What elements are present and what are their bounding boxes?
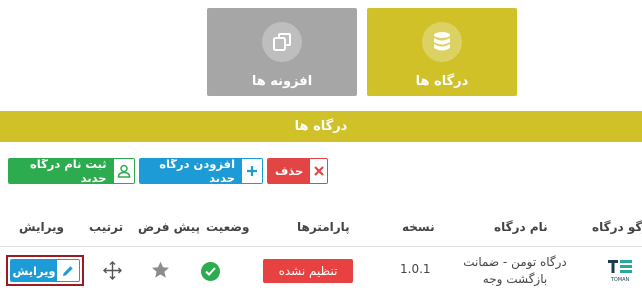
plus-icon (242, 159, 262, 183)
header-name: نام درگاه (494, 220, 548, 234)
move-arrows-icon[interactable] (103, 261, 122, 284)
register-gateway-button[interactable]: ثبت نام درگاه جدید (8, 158, 135, 184)
check-circle-icon[interactable] (201, 262, 220, 281)
section-title-bar: درگاه ها (0, 111, 642, 142)
close-icon (310, 159, 327, 183)
gateway-name: درگاه تومن - ضمانت بازگشت وجه (455, 254, 575, 288)
pencil-icon (57, 260, 79, 281)
copy-icon (262, 22, 302, 62)
gateway-name-line2: بازگشت وجه (482, 272, 548, 286)
gateway-logo: TOMAN (605, 258, 635, 284)
params-status-label: تنظیم نشده (278, 264, 338, 278)
tile-addons-label: افزونه ها (251, 74, 313, 89)
delete-button-label: حذف (268, 159, 311, 183)
gateway-name-line1: درگاه تومن - ضمانت (463, 255, 567, 269)
header-version: نسخه (402, 220, 435, 234)
star-icon[interactable] (151, 261, 170, 283)
delete-button[interactable]: حذف (267, 158, 328, 184)
gateway-version: 1.0.1 (400, 262, 431, 276)
database-icon (422, 22, 462, 62)
edit-button[interactable]: ویرایش (10, 259, 80, 282)
add-gateway-button-label: افزودن درگاه جدید (140, 159, 243, 183)
register-gateway-button-label: ثبت نام درگاه جدید (9, 159, 114, 183)
header-default: پیش فرض (138, 220, 201, 234)
tile-gateways-label: درگاه ها (415, 74, 469, 89)
table-header-divider (0, 246, 642, 247)
tile-gateways[interactable]: درگاه ها (367, 8, 517, 96)
edit-highlight-frame: ویرایش (6, 255, 84, 286)
tile-addons[interactable]: افزونه ها (207, 8, 357, 96)
edit-button-label: ویرایش (11, 260, 57, 281)
header-status: وضعیت (206, 220, 250, 234)
header-edit: ویرایش (19, 220, 65, 234)
header-order: ترتیب (89, 220, 124, 234)
params-status-badge[interactable]: تنظیم نشده (263, 259, 353, 283)
header-logo: وگو درگاه (592, 220, 642, 234)
user-icon (113, 159, 134, 183)
header-params: پارامترها (297, 220, 350, 234)
section-title: درگاه ها (294, 119, 348, 134)
logo-text: TOMAN (610, 277, 630, 283)
add-gateway-button[interactable]: افزودن درگاه جدید (139, 158, 263, 184)
